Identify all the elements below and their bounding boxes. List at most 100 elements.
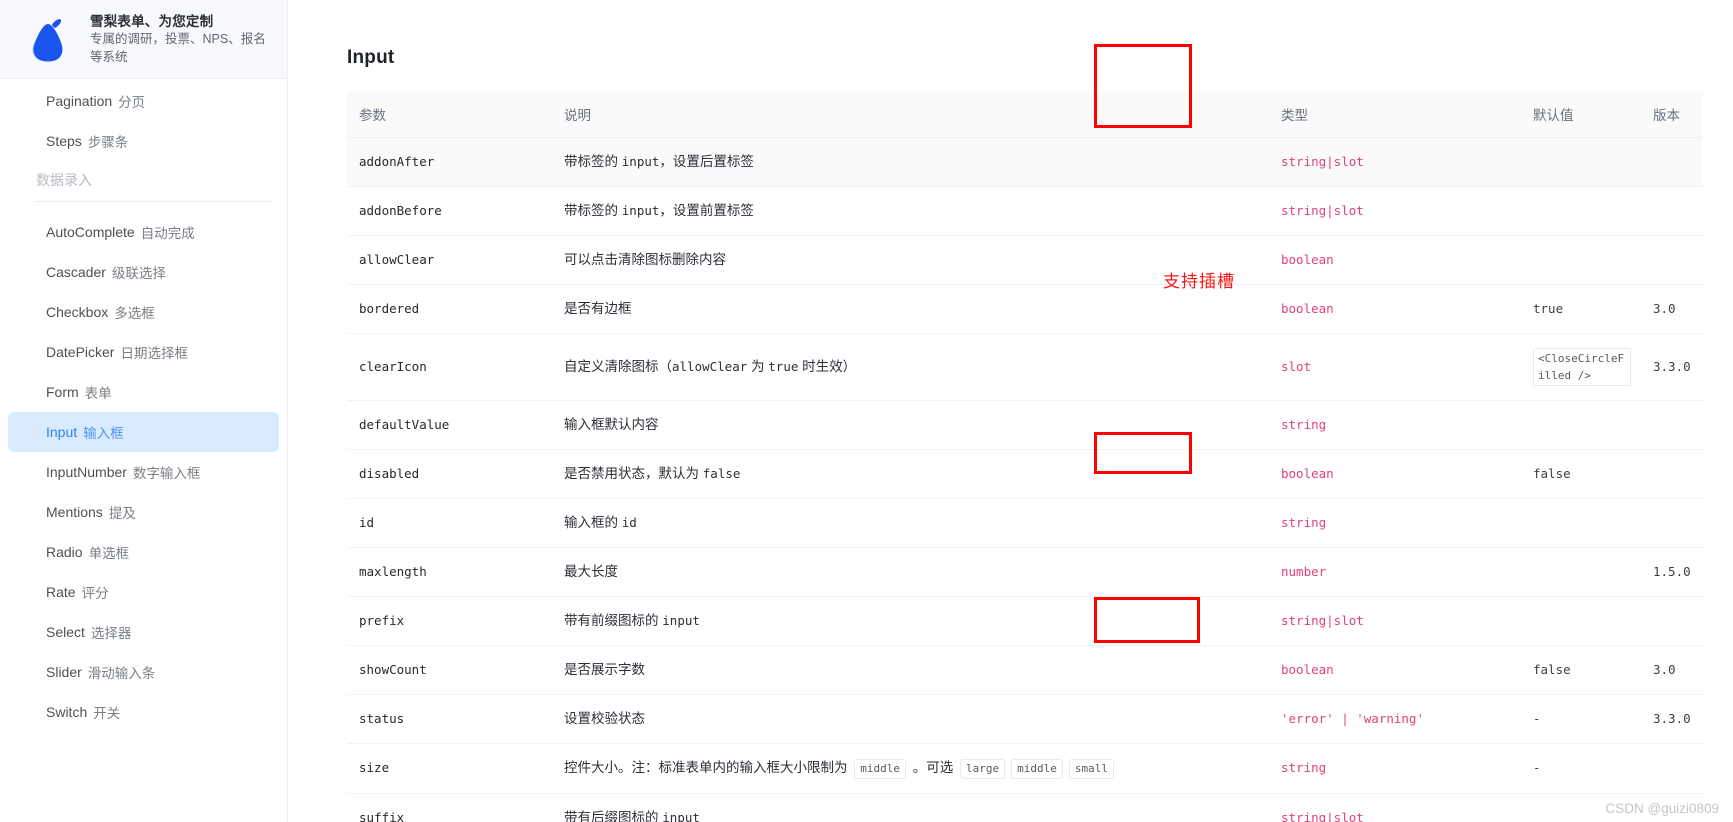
inline-code: input [621, 202, 660, 218]
sidebar-item-label: Cascader [46, 264, 106, 280]
nav-group-items: AutoComplete 自动完成 Cascader 级联选择 Checkbox 多选框 D… [0, 212, 287, 732]
version-value: 1.5.0 [1653, 563, 1691, 579]
cell-param: defaultValue [347, 400, 552, 450]
cell-version: 3.0 [1641, 645, 1703, 695]
brand-header[interactable]: 雪梨表单、为您定制 专属的调研，投票、NPS、报名等系统 [0, 0, 287, 79]
param-name: suffix [359, 809, 405, 822]
sidebar-nav: Pagination 分页 Steps 步骤条 数据录入 AutoComplete 自动… [0, 79, 287, 732]
sidebar-item-slider[interactable]: Slider 滑动输入条 [8, 652, 279, 692]
sidebar-item-label-cn: 滑动输入条 [87, 666, 156, 681]
cell-param: showCount [347, 645, 552, 695]
sidebar-item-label-cn: 日期选择框 [120, 346, 188, 361]
cell-description: 输入框默认内容 [552, 400, 1269, 450]
table-row: size 控件大小。注：标准表单内的输入框大小限制为 middle 。可选 lar… [347, 743, 1703, 794]
inline-code: true [768, 358, 799, 374]
param-name: defaultValue [359, 416, 450, 432]
cell-description: 是否有边框 [552, 284, 1269, 334]
size-chip: small [1068, 758, 1115, 779]
cell-param: maxlength [347, 547, 552, 597]
sidebar-item-rate[interactable]: Rate 评分 [8, 572, 279, 612]
version-value: 3.3.0 [1653, 358, 1691, 374]
sidebar-item-radio[interactable]: Radio 单选框 [8, 532, 279, 572]
cell-version: 3.0 [1641, 284, 1703, 334]
sidebar-item-label-cn: 评分 [81, 586, 109, 601]
version-value: 3.0 [1653, 661, 1676, 677]
cell-default: false [1521, 645, 1641, 695]
cell-type: boolean [1269, 284, 1521, 334]
cell-type: string [1269, 743, 1521, 794]
table-row: clearIcon 自定义清除图标（allowClear 为 true 时生效） s… [347, 333, 1703, 401]
sidebar-item-label-cn: 级联选择 [111, 266, 166, 281]
param-name: bordered [359, 300, 420, 316]
sidebar-item-label-cn: 步骤条 [87, 135, 129, 150]
default-value: false [1533, 465, 1571, 481]
cell-type: string|slot [1269, 186, 1521, 236]
sidebar-item-checkbox[interactable]: Checkbox 多选框 [8, 292, 279, 332]
sidebar-item-label: Rate [46, 584, 76, 600]
column-header-0: 参数 [347, 90, 552, 138]
cell-version [1641, 235, 1703, 285]
cell-param: size [347, 743, 552, 794]
page-title: Input [347, 46, 395, 68]
sidebar-item-label-cn: 选择器 [90, 626, 132, 641]
type-value: boolean [1281, 251, 1334, 267]
cell-param: prefix [347, 596, 552, 646]
cell-param: clearIcon [347, 333, 552, 401]
param-name: id [359, 514, 375, 530]
table-header-row: 参数 说明 类型 默认值 版本 [347, 90, 1703, 138]
cell-param: id [347, 498, 552, 548]
cell-default: <CloseCircleFilled /> [1521, 333, 1641, 401]
param-name: clearIcon [359, 358, 427, 374]
sidebar-item-label: Steps [46, 133, 82, 149]
cell-description: 最大长度 [552, 547, 1269, 597]
sidebar-item-label-cn: 表单 [84, 386, 112, 401]
cell-type: string|slot [1269, 137, 1521, 187]
default-value: - [1533, 760, 1541, 776]
inline-code: allowClear [672, 358, 748, 374]
brand-subtitle: 专属的调研，投票、NPS、报名等系统 [90, 31, 266, 64]
cell-type: 'error' | 'warning' [1269, 694, 1521, 744]
sidebar-item-input[interactable]: Input 输入框 [8, 412, 279, 452]
nav-divider [36, 201, 273, 202]
type-value: string [1281, 416, 1327, 432]
cell-version [1641, 498, 1703, 548]
cell-default: false [1521, 449, 1641, 499]
sidebar-item-label: InputNumber [46, 464, 127, 480]
cell-default [1521, 235, 1641, 285]
cell-description: 输入框的 id [552, 498, 1269, 548]
sidebar-item-cascader[interactable]: Cascader 级联选择 [8, 252, 279, 292]
cell-description: 设置校验状态 [552, 694, 1269, 744]
cell-type: string [1269, 498, 1521, 548]
table-row: prefix 带有前缀图标的 input string|slot [347, 596, 1703, 646]
version-value: 3.3.0 [1653, 710, 1691, 726]
api-table-wrapper: 参数 说明 类型 默认值 版本 addonAfter 带标签的 input，设置后置标签 s… [347, 90, 1703, 822]
cell-param: allowClear [347, 235, 552, 285]
sidebar-item-inputnumber[interactable]: InputNumber 数字输入框 [8, 452, 279, 492]
brand-title: 雪梨表单、为您定制 [90, 13, 214, 29]
sidebar-item-datepicker[interactable]: DatePicker 日期选择框 [8, 332, 279, 372]
cell-param: status [347, 694, 552, 744]
sidebar-item-steps[interactable]: Steps 步骤条 [8, 121, 279, 161]
nav-top-items: Pagination 分页 Steps 步骤条 [0, 81, 287, 161]
version-value: 3.0 [1653, 300, 1676, 316]
sidebar-item-mentions[interactable]: Mentions 提及 [8, 492, 279, 532]
table-row: addonAfter 带标签的 input，设置后置标签 string|slot [347, 137, 1703, 187]
inline-code: input [662, 612, 700, 628]
cell-description: 可以点击清除图标删除内容 [552, 235, 1269, 285]
cell-version [1641, 449, 1703, 499]
sidebar-item-autocomplete[interactable]: AutoComplete 自动完成 [8, 212, 279, 252]
table-row: showCount 是否展示字数 boolean false 3.0 [347, 645, 1703, 695]
sidebar-item-switch[interactable]: Switch 开关 [8, 692, 279, 732]
sidebar-item-select[interactable]: Select 选择器 [8, 612, 279, 652]
type-value: string|slot [1281, 153, 1364, 169]
sidebar-item-label: AutoComplete [46, 224, 135, 240]
table-row: allowClear 可以点击清除图标删除内容 boolean [347, 235, 1703, 285]
sidebar-item-pagination[interactable]: Pagination 分页 [8, 81, 279, 121]
sidebar-item-form[interactable]: Form 表单 [8, 372, 279, 412]
param-name: size [359, 760, 390, 776]
type-value: number [1281, 563, 1327, 579]
cell-default [1521, 596, 1641, 646]
type-value: string [1281, 760, 1327, 776]
table-row: addonBefore 带标签的 input，设置前置标签 string|slot [347, 186, 1703, 236]
cell-default [1521, 498, 1641, 548]
